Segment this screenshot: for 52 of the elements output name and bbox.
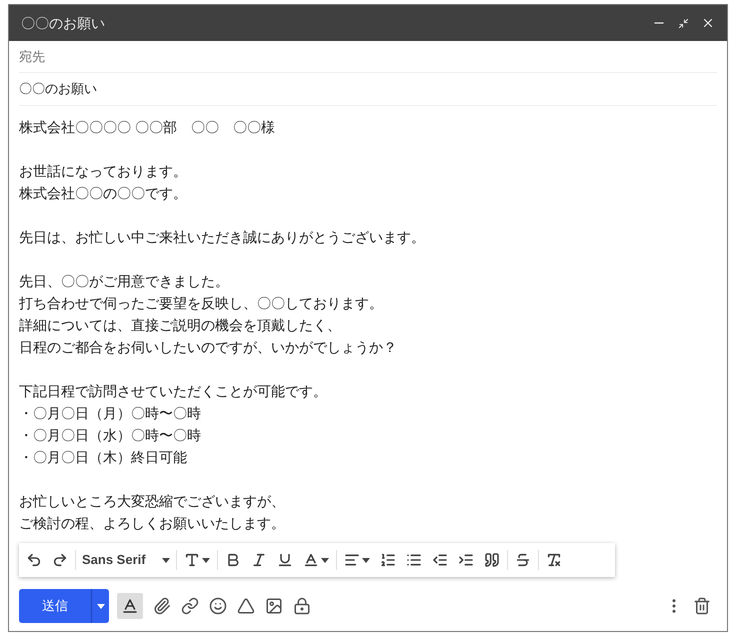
trash-icon[interactable] [693, 597, 711, 615]
caret-icon [202, 558, 210, 562]
smiley-icon[interactable] [209, 597, 227, 615]
triangle-icon[interactable] [237, 597, 255, 615]
strikethrough-icon [514, 552, 531, 568]
body-text-line: 下記日程で訪問させていただくことが可能です。 [19, 382, 327, 401]
redo-icon [52, 552, 68, 568]
text-format-icon [121, 597, 139, 615]
numbered-list-icon [380, 552, 396, 568]
italic-icon [250, 552, 267, 568]
formatting-options-button[interactable] [117, 593, 143, 619]
recipient-field[interactable]: 宛先 [19, 41, 717, 73]
body-text-line: ・〇月〇日（水）〇時〜〇時 [19, 426, 201, 445]
caret-icon [362, 558, 370, 562]
indent-less-icon [432, 552, 448, 568]
caret-icon [320, 558, 329, 562]
body-text-line: ・〇月〇日（木）終日可能 [19, 448, 187, 467]
undo-icon [26, 552, 42, 568]
caret-icon [96, 604, 104, 608]
indent-more-icon [458, 552, 474, 568]
expand-button[interactable] [678, 18, 689, 28]
send-button[interactable]: 送信 [19, 589, 91, 623]
close-button[interactable] [701, 16, 715, 30]
subject-field[interactable]: 〇〇のお願い [19, 73, 717, 106]
body-text-line: 詳細については、直接ご説明の機会を頂戴したく、 [19, 316, 341, 335]
text-size-icon [184, 552, 200, 568]
underline-icon [276, 552, 293, 568]
body-text-line: 打ち合わせで伺ったご要望を反映し、〇〇しております。 [19, 294, 383, 313]
close-icon [701, 16, 715, 30]
body-text-line: 株式会社〇〇〇〇 〇〇部 〇〇 〇〇様 [19, 118, 275, 137]
bulleted-list-icon [406, 552, 422, 568]
body-text-line: ご検討の程、よろしくお願いいたします。 [19, 514, 285, 533]
lock-icon[interactable] [293, 597, 311, 615]
clear-formatting-icon [546, 552, 562, 568]
quote-icon [484, 552, 500, 568]
collapse-arrows-icon [678, 18, 689, 28]
body-text-line: 先日は、お忙しい中ご来社いただき誠にありがとうございます。 [19, 228, 425, 247]
link-icon[interactable] [181, 597, 199, 615]
body-text-line: 株式会社〇〇の〇〇です。 [19, 184, 187, 203]
image-icon[interactable] [265, 597, 283, 615]
attach-icon[interactable] [153, 597, 171, 615]
body-text-line: お世話になっております。 [19, 162, 187, 181]
caret-icon [162, 558, 170, 562]
font-select[interactable]: Sans Serif [78, 546, 174, 574]
window-title: 〇〇のお願い [21, 14, 106, 32]
body-text-line: 先日、〇〇がご用意できました。 [19, 272, 229, 291]
text-color-icon [302, 552, 319, 568]
send-options-button[interactable] [91, 589, 109, 623]
body-text-line: ・〇月〇日（月）〇時〜〇時 [19, 404, 201, 423]
body-text-line: お忙しいところ大変恐縮でございますが、 [19, 492, 285, 511]
body-text-line: 日程のご都合をお伺いしたいのですが、いかがでしょうか？ [19, 338, 397, 357]
align-icon [344, 552, 360, 568]
